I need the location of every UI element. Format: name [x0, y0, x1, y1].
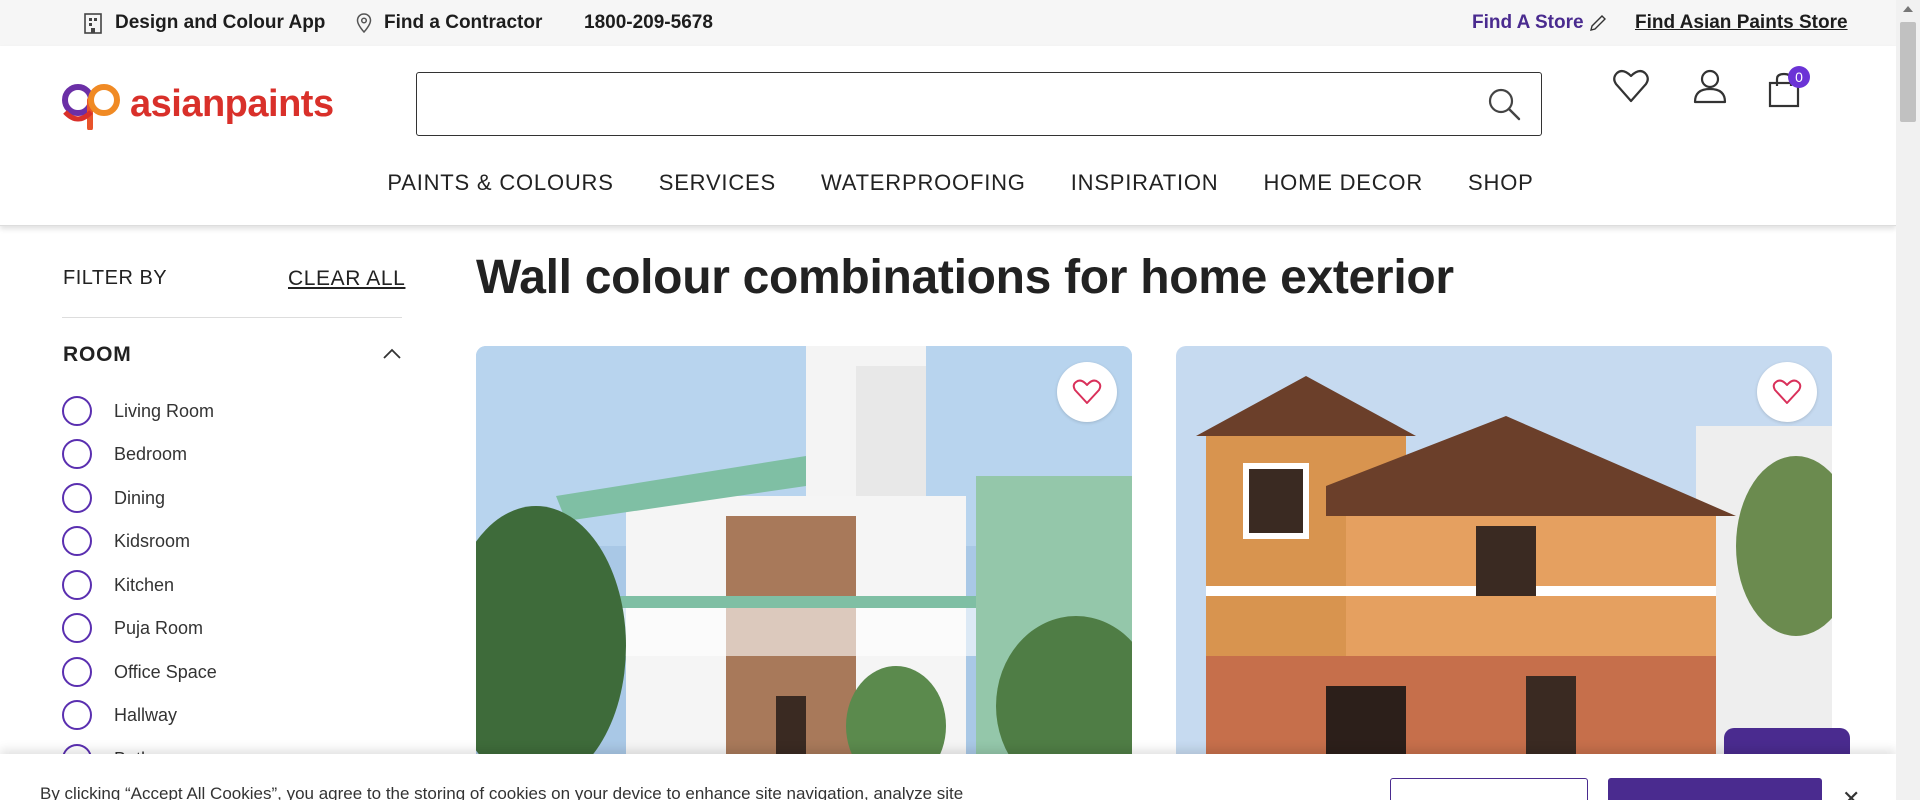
room-option-living-room[interactable]: Living Room: [62, 396, 214, 426]
room-option-bedroom[interactable]: Bedroom: [62, 439, 187, 469]
chevron-up-icon[interactable]: [382, 348, 402, 360]
find-contractor-link[interactable]: Find a Contractor: [356, 0, 542, 46]
nav-inspiration[interactable]: INSPIRATION: [1071, 170, 1219, 210]
pencil-icon: [1589, 15, 1606, 31]
search-input[interactable]: [417, 73, 1541, 135]
exterior-card-2[interactable]: [1176, 346, 1832, 766]
cookie-consent-text: By clicking “Accept All Cookies”, you ag…: [40, 784, 964, 800]
top-utility-bar: Design and Colour App Find a Contractor …: [0, 0, 1896, 46]
filter-by-heading: FILTER BY: [63, 267, 168, 289]
room-option-label: Living Room: [114, 400, 215, 421]
design-app-label: Design and Colour App: [115, 12, 326, 33]
radio-button[interactable]: [62, 439, 92, 469]
logo-text: asianpaints: [130, 82, 334, 125]
accept-all-cookies-button[interactable]: [1608, 778, 1822, 800]
room-option-label: Kitchen: [114, 574, 175, 595]
room-option-label: Puja Room: [114, 617, 204, 638]
exterior-card-1[interactable]: [476, 346, 1132, 766]
find-contractor-label: Find a Contractor: [384, 12, 543, 33]
find-a-store-label: Find A Store: [1472, 12, 1584, 33]
room-option-label: Bedroom: [114, 443, 188, 464]
room-option-kitchen[interactable]: Kitchen: [62, 570, 174, 600]
cookie-consent-bar: By clicking “Accept All Cookies”, you ag…: [0, 754, 1896, 800]
clear-all-link[interactable]: CLEAR ALL: [288, 267, 405, 291]
radio-button[interactable]: [62, 526, 92, 556]
nav-waterproofing[interactable]: WATERPROOFING: [821, 170, 1026, 210]
search-box[interactable]: [416, 72, 1542, 136]
radio-button[interactable]: [62, 700, 92, 730]
room-option-puja-room[interactable]: Puja Room: [62, 613, 203, 643]
nav-paints-colours[interactable]: PAINTS & COLOURS: [387, 170, 613, 210]
favourite-button[interactable]: [1757, 362, 1817, 422]
house-image-orange: [1176, 346, 1832, 766]
room-filter-heading[interactable]: ROOM: [63, 343, 132, 367]
radio-button[interactable]: [62, 613, 92, 643]
close-icon[interactable]: ✕: [1842, 786, 1860, 800]
nav-shop[interactable]: SHOP: [1468, 170, 1534, 210]
asianpaints-logo[interactable]: asianpaints: [60, 78, 334, 130]
room-option-hallway[interactable]: Hallway: [62, 700, 177, 730]
radio-button[interactable]: [62, 483, 92, 513]
location-pin-icon: [356, 13, 372, 33]
site-header: asianpaints 0 PAINTS & COLOURS SERVICES …: [0, 46, 1896, 226]
heart-icon: [1772, 379, 1802, 404]
room-option-label: Kidsroom: [114, 530, 191, 551]
filter-divider: [62, 317, 402, 318]
room-option-label: Dining: [114, 487, 166, 508]
room-option-dining[interactable]: Dining: [62, 483, 165, 513]
main-navigation: PAINTS & COLOURS SERVICES WATERPROOFING …: [0, 170, 1896, 210]
room-option-label: Office Space: [114, 661, 217, 682]
design-app-link[interactable]: Design and Colour App: [83, 0, 325, 46]
room-option-kidsroom[interactable]: Kidsroom: [62, 526, 190, 556]
room-option-label: Hallway: [114, 704, 178, 725]
radio-button[interactable]: [62, 657, 92, 687]
nav-services[interactable]: SERVICES: [659, 170, 776, 210]
nav-home-decor[interactable]: HOME DECOR: [1263, 170, 1423, 210]
search-icon[interactable]: [1487, 87, 1521, 121]
logo-mark-icon: [62, 84, 120, 130]
wishlist-heart-icon[interactable]: [1612, 68, 1650, 104]
scroll-thumb[interactable]: [1900, 22, 1916, 122]
house-image-green-white: [476, 346, 1132, 766]
radio-button[interactable]: [62, 396, 92, 426]
phone-number[interactable]: 1800-209-5678: [584, 0, 713, 46]
page-title: Wall colour combinations for home exteri…: [476, 251, 1454, 304]
favourite-button[interactable]: [1057, 362, 1117, 422]
cart-count-badge: 0: [1788, 66, 1810, 88]
scroll-up-arrow-icon[interactable]: [1903, 6, 1913, 12]
find-a-store-link[interactable]: Find A Store: [1472, 0, 1608, 46]
building-icon: [84, 13, 102, 34]
user-account-icon[interactable]: [1693, 68, 1727, 104]
heart-icon: [1072, 379, 1102, 404]
cookie-settings-button[interactable]: [1390, 778, 1588, 800]
find-asian-paints-store-link[interactable]: Find Asian Paints Store: [1635, 0, 1848, 46]
radio-button[interactable]: [62, 570, 92, 600]
page-scrollbar[interactable]: [1896, 0, 1920, 800]
room-option-office-space[interactable]: Office Space: [62, 657, 217, 687]
